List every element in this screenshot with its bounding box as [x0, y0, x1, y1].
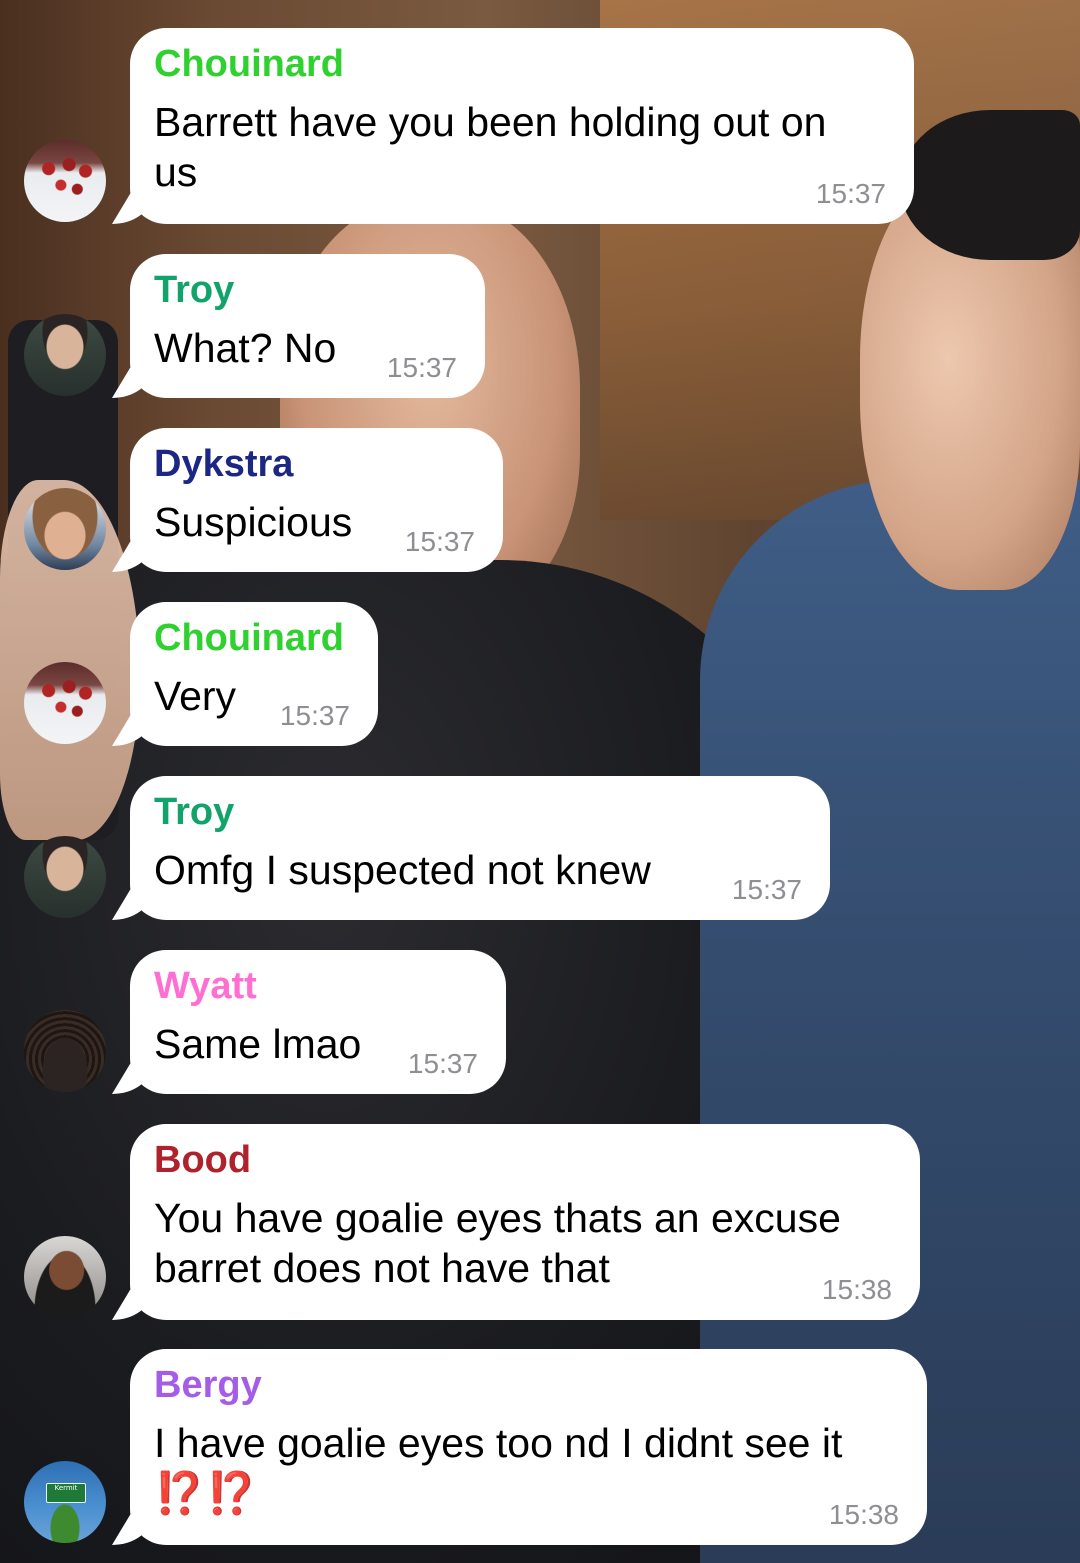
sender-name[interactable]: Troy [154, 268, 459, 312]
message-bubble[interactable]: Bergy I have goalie eyes too nd I didnt … [130, 1349, 927, 1545]
message-text-line: You have goalie eyes thats an excuse [154, 1195, 841, 1241]
selfie-avatar[interactable] [24, 1236, 106, 1318]
message-text: Barrett have you been holding out on us [154, 96, 888, 198]
hockey-team-avatar[interactable] [24, 140, 106, 222]
message-bubble[interactable]: Troy What? No 15:37 [130, 254, 485, 398]
message-text-line: I have goalie eyes too nd I didnt see it [154, 1420, 843, 1466]
message-bubble[interactable]: Dykstra Suspicious 15:37 [130, 428, 503, 572]
message-timestamp: 15:37 [407, 1048, 478, 1079]
message-timestamp: 15:37 [731, 874, 802, 905]
message-text-line: us [154, 149, 198, 195]
message-text-line: barret does not have that [154, 1245, 610, 1291]
young-man-avatar[interactable] [24, 314, 106, 396]
sender-name[interactable]: Troy [154, 790, 804, 834]
chat-message-list[interactable]: Chouinard Barrett have you been holding … [0, 0, 1080, 1563]
message-bubble[interactable]: Chouinard Barrett have you been holding … [130, 28, 914, 224]
message-timestamp: 15:37 [815, 178, 886, 209]
message-text-line: Barrett have you been holding out on [154, 99, 827, 145]
cowboy-hat-avatar[interactable] [24, 488, 106, 570]
message-text: You have goalie eyes thats an excuse bar… [154, 1192, 894, 1294]
message-timestamp: 15:37 [386, 352, 457, 383]
message-bubble[interactable]: Troy Omfg I suspected not knew 15:37 [130, 776, 830, 920]
hockey-team-avatar[interactable] [24, 662, 106, 744]
message-timestamp: 15:38 [821, 1274, 892, 1305]
kermit-sign-icon: Kermit [46, 1483, 86, 1503]
message-timestamp: 15:37 [404, 526, 475, 557]
message-timestamp: 15:38 [828, 1499, 899, 1530]
sender-name[interactable]: Wyatt [154, 964, 480, 1008]
sender-name[interactable]: Bergy [154, 1363, 901, 1407]
curly-hair-avatar[interactable] [24, 1010, 106, 1092]
sender-name[interactable]: Dykstra [154, 442, 477, 486]
kermit-sign-avatar[interactable]: Kermit [24, 1461, 106, 1543]
message-text: I have goalie eyes too nd I didnt see it… [154, 1417, 901, 1519]
message-bubble[interactable]: Bood You have goalie eyes thats an excus… [130, 1124, 920, 1320]
message-bubble[interactable]: Wyatt Same lmao 15:37 [130, 950, 506, 1094]
message-text: Omfg I suspected not knew [154, 847, 651, 893]
message-timestamp: 15:37 [279, 700, 350, 731]
young-man-avatar[interactable] [24, 836, 106, 918]
sender-name[interactable]: Chouinard [154, 616, 352, 660]
exclamation-question-icon: ⁉️⁉️ [154, 1470, 259, 1516]
message-bubble[interactable]: Chouinard Very 15:37 [130, 602, 378, 746]
sender-name[interactable]: Chouinard [154, 42, 888, 86]
sender-name[interactable]: Bood [154, 1138, 894, 1182]
